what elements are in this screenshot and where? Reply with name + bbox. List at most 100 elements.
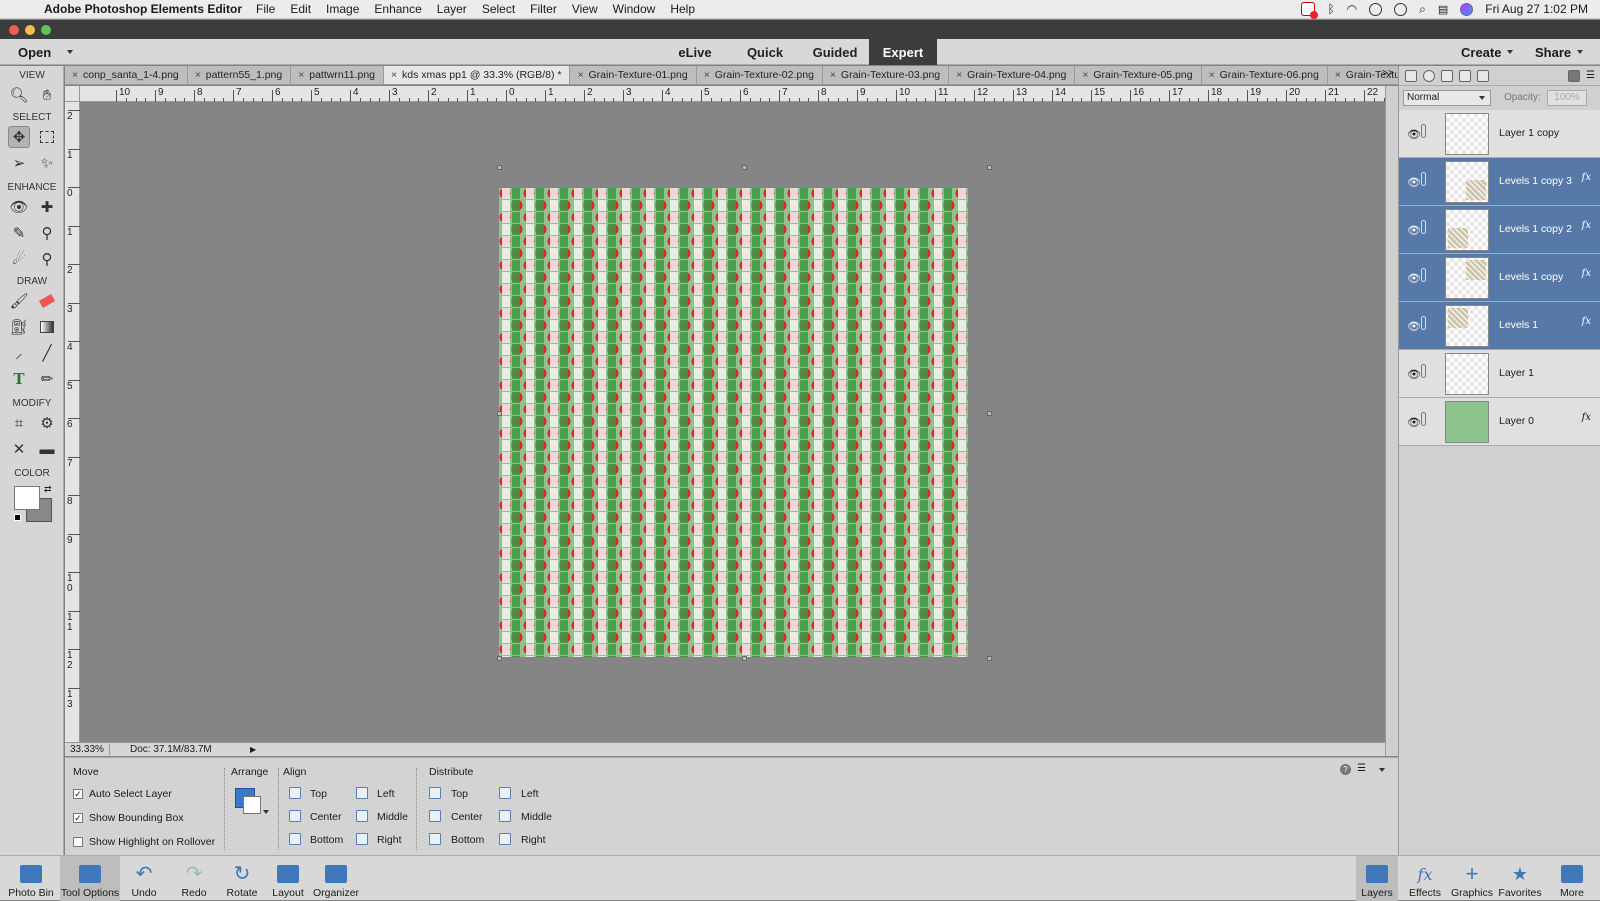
align-middle-icon[interactable]: [356, 810, 368, 822]
distribute-center-icon[interactable]: [429, 810, 441, 822]
align-top-icon[interactable]: [289, 787, 301, 799]
siri-icon[interactable]: [1460, 2, 1474, 16]
fx-icon[interactable]: fx: [1582, 220, 1591, 231]
open-button[interactable]: Open: [6, 39, 74, 65]
visibility-eye-icon[interactable]: 👁︎: [1407, 176, 1421, 189]
trash-icon[interactable]: [1568, 69, 1581, 82]
menu-enhance[interactable]: Enhance: [374, 2, 421, 16]
menu-view[interactable]: View: [572, 2, 598, 16]
vertical-scrollbar[interactable]: [1385, 86, 1398, 756]
arrange-button[interactable]: [235, 788, 269, 818]
fx-icon[interactable]: fx: [1582, 412, 1591, 423]
wifi-icon[interactable]: ◠: [1347, 2, 1357, 16]
visibility-eye-icon[interactable]: 👁︎: [1407, 368, 1421, 381]
user-icon[interactable]: [1369, 2, 1383, 16]
menu-edit[interactable]: Edit: [290, 2, 311, 16]
tab-document-active[interactable]: kds xmas pp1 @ 33.3% (RGB/8) *: [384, 66, 571, 84]
layer-row[interactable]: 👁︎ Levels 1 copy fx: [1399, 254, 1600, 302]
blend-mode-select[interactable]: Normal: [1403, 90, 1491, 106]
distribute-top-icon[interactable]: [429, 787, 441, 799]
pencil-tool-icon[interactable]: ✏︎: [36, 368, 58, 390]
align-center-icon[interactable]: [289, 810, 301, 822]
auto-select-checkbox[interactable]: ✓: [73, 789, 83, 799]
undo-button[interactable]: ↶ Undo: [124, 856, 164, 901]
smart-brush-tool-icon[interactable]: ✎: [8, 222, 30, 244]
link-icon[interactable]: [1421, 412, 1426, 426]
distribute-bottom-label[interactable]: Bottom: [451, 834, 484, 846]
line-tool-icon[interactable]: ╱: [36, 342, 58, 364]
minimize-window-icon[interactable]: [25, 25, 35, 35]
menu-select[interactable]: Select: [482, 2, 515, 16]
brush-tool-icon[interactable]: 🖌︎: [8, 290, 30, 312]
align-top-label[interactable]: Top: [310, 788, 327, 800]
fx-icon[interactable]: fx: [1582, 268, 1591, 279]
tool-options-button[interactable]: Tool Options: [60, 856, 120, 901]
redo-button[interactable]: ↷ Redo: [174, 856, 214, 901]
mode-elive[interactable]: eLive: [663, 39, 727, 65]
align-right-label[interactable]: Right: [377, 834, 402, 846]
layer-row[interactable]: 👁︎ Layer 1 copy: [1399, 110, 1600, 158]
zoom-window-icon[interactable]: [41, 25, 51, 35]
distribute-bottom-icon[interactable]: [429, 833, 441, 845]
layer-row[interactable]: 👁︎ Layer 0 fx: [1399, 398, 1600, 446]
create-button[interactable]: Create: [1461, 39, 1514, 65]
distribute-left-icon[interactable]: [499, 787, 511, 799]
lasso-tool-icon[interactable]: ➢: [8, 152, 30, 174]
tab-document[interactable]: Grain-Texture-06.png: [1202, 66, 1328, 84]
show-highlight-checkbox[interactable]: [73, 837, 83, 847]
hand-tool-icon[interactable]: ✋︎: [36, 84, 58, 106]
marquee-tool-icon[interactable]: [36, 126, 58, 148]
align-left-label[interactable]: Left: [377, 788, 395, 800]
mode-expert[interactable]: Expert: [869, 39, 937, 65]
sponge-tool-icon[interactable]: ⚲: [36, 248, 58, 270]
bbox-handle[interactable]: [742, 656, 747, 661]
move-tool-icon[interactable]: ✥: [8, 126, 30, 148]
bbox-handle[interactable]: [987, 165, 992, 170]
visibility-eye-icon[interactable]: 👁︎: [1407, 128, 1421, 141]
visibility-eye-icon[interactable]: 👁︎: [1407, 416, 1421, 429]
align-center-label[interactable]: Center: [310, 811, 342, 823]
options-menu-icon[interactable]: ☰: [1357, 763, 1366, 774]
status-menu-arrow-icon[interactable]: ▶: [250, 745, 256, 754]
show-bbox-checkbox[interactable]: ✓: [73, 813, 83, 823]
help-icon[interactable]: ?: [1340, 764, 1351, 775]
mode-quick[interactable]: Quick: [735, 39, 795, 65]
effects-button[interactable]: fx Effects: [1404, 856, 1446, 901]
lock-all-icon[interactable]: [1477, 69, 1489, 82]
tab-document[interactable]: Grain-Texture-01.png: [570, 66, 697, 84]
link-icon[interactable]: [1421, 220, 1426, 234]
align-left-icon[interactable]: [356, 787, 368, 799]
opacity-input[interactable]: 100%: [1547, 90, 1587, 106]
bbox-handle[interactable]: [497, 656, 502, 661]
link-icon[interactable]: [1421, 172, 1426, 186]
link-icon[interactable]: [1421, 364, 1426, 378]
layer-mask-icon[interactable]: [1441, 69, 1453, 82]
align-bottom-icon[interactable]: [289, 833, 301, 845]
layer-row[interactable]: 👁︎ Levels 1 copy 3 fx: [1399, 158, 1600, 206]
layers-button[interactable]: Layers: [1356, 856, 1398, 901]
graphics-button[interactable]: + Graphics: [1450, 856, 1494, 901]
foreground-color-swatch[interactable]: [14, 486, 40, 510]
tab-document[interactable]: Grain-Texture-05.png: [1075, 66, 1202, 84]
rotate-button[interactable]: ↻ Rotate: [220, 856, 264, 901]
menu-window[interactable]: Window: [613, 2, 656, 16]
tab-document[interactable]: pattern55_1.png: [188, 66, 292, 84]
layer-row[interactable]: 👁︎ Levels 1 copy 2 fx: [1399, 206, 1600, 254]
blur-tool-icon[interactable]: ☄: [8, 248, 30, 270]
clone-stamp-tool-icon[interactable]: ⚲: [36, 222, 58, 244]
paint-bucket-tool-icon[interactable]: ⛽︎: [8, 316, 30, 338]
time-machine-icon[interactable]: [1394, 2, 1408, 16]
align-right-icon[interactable]: [356, 833, 368, 845]
eraser-tool-icon[interactable]: [36, 290, 58, 312]
favorites-button[interactable]: ★ Favorites: [1496, 856, 1544, 901]
gradient-tool-icon[interactable]: [36, 316, 58, 338]
tab-document[interactable]: conp_santa_1-4.png: [65, 66, 188, 84]
default-colors-icon[interactable]: [14, 514, 21, 521]
tab-document[interactable]: Grain-Texture-03.png: [823, 66, 950, 84]
photo-bin-button[interactable]: Photo Bin: [4, 856, 58, 901]
content-aware-move-tool-icon[interactable]: ✕: [8, 438, 30, 460]
bbox-handle[interactable]: [987, 411, 992, 416]
layout-button[interactable]: Layout: [268, 856, 308, 901]
magic-wand-tool-icon[interactable]: ✨︎: [36, 152, 58, 174]
clock[interactable]: Fri Aug 27 1:02 PM: [1485, 2, 1588, 16]
